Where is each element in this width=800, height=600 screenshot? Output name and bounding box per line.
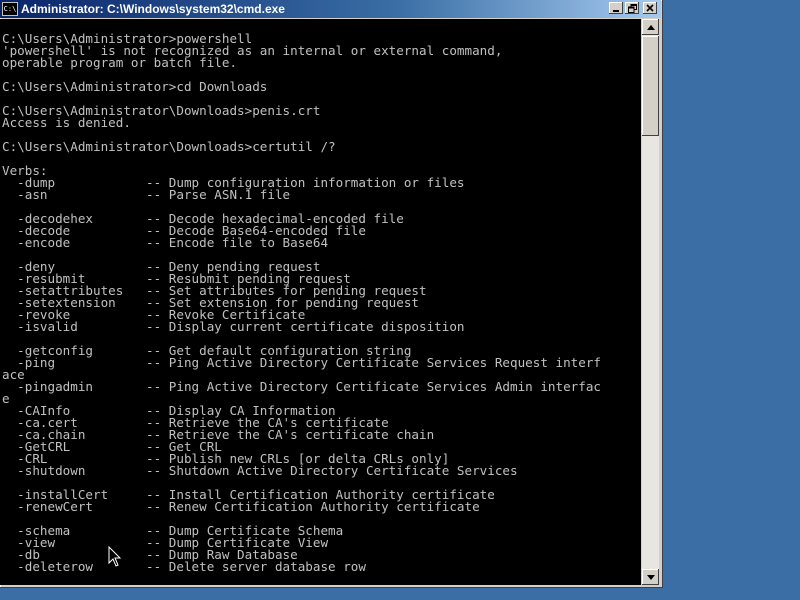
maximize-button[interactable] [625,2,639,14]
scroll-up-button[interactable] [642,19,659,35]
minimize-icon [613,10,619,12]
scroll-down-button[interactable] [642,569,659,585]
console-output-area[interactable]: C:\Users\Administrator>powershell 'power… [0,19,641,585]
minimize-button[interactable] [609,2,623,14]
close-icon [646,4,654,12]
scrollbar-thumb[interactable] [642,36,659,136]
maximize-icon [627,3,637,13]
console-text[interactable]: C:\Users\Administrator>powershell 'power… [0,19,641,573]
cmd-app-icon[interactable]: C:\ [2,2,18,16]
scroll-down-arrow-icon [646,574,655,580]
mouse-pointer-icon [108,546,122,567]
cmd-window: C:\ Administrator: C:\Windows\system32\c… [0,0,663,588]
window-title: Administrator: C:\Windows\system32\cmd.e… [21,2,285,16]
title-buttons [609,2,657,14]
vertical-scrollbar[interactable] [642,19,659,585]
title-bar[interactable]: C:\ Administrator: C:\Windows\system32\c… [0,0,661,18]
scroll-up-arrow-icon [646,24,655,30]
close-button[interactable] [643,2,657,14]
